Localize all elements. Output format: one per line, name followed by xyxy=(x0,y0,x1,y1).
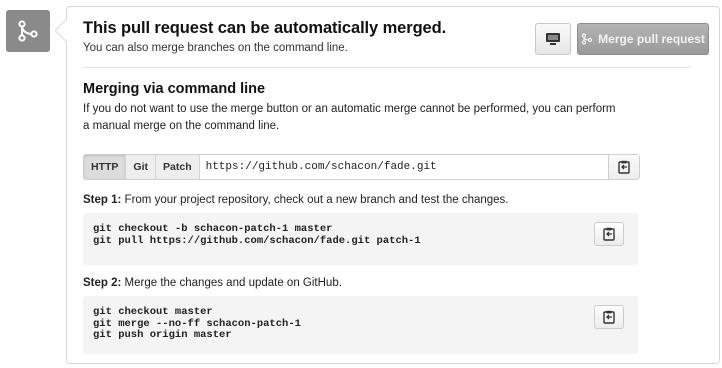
panel-arrow xyxy=(54,18,79,43)
clone-url-field[interactable]: https://github.com/schacon/fade.git xyxy=(200,155,608,179)
merge-header: This pull request can be automatically m… xyxy=(83,19,709,65)
copy-step-2-button[interactable] xyxy=(594,305,624,329)
code-line: git pull https://github.com/schacon/fade… xyxy=(93,234,421,247)
git-merge-icon xyxy=(582,33,593,45)
merge-button-label: Merge pull request xyxy=(598,32,705,46)
merge-panel: This pull request can be automatically m… xyxy=(54,6,720,364)
open-desktop-button[interactable] xyxy=(535,23,571,55)
step-2-label: Step 2: xyxy=(83,277,122,289)
merge-pull-request-button[interactable]: Merge pull request xyxy=(577,23,709,55)
protocol-tab-http[interactable]: HTTP xyxy=(84,155,127,179)
git-merge-icon xyxy=(6,10,50,52)
copy-url-button[interactable] xyxy=(608,155,639,179)
copy-step-1-button[interactable] xyxy=(594,222,624,246)
cli-section-description: If you do not want to use the merge butt… xyxy=(83,103,616,132)
divider xyxy=(83,67,691,68)
clipboard-icon xyxy=(603,310,615,324)
step-1-label: Step 1: xyxy=(83,194,122,206)
desktop-icon xyxy=(546,33,560,45)
code-line: git push origin master xyxy=(93,329,232,341)
step-1-code-block: git checkout -b schacon-patch-1 master gi… xyxy=(83,213,638,265)
clipboard-icon xyxy=(603,227,615,241)
protocol-tab-patch[interactable]: Patch xyxy=(156,155,200,179)
cli-section-title: Merging via command line xyxy=(83,81,266,97)
clone-url-box: HTTP Git Patch https://github.com/schaco… xyxy=(83,154,640,180)
step-2-code-block: git checkout master git merge --no-ff sch… xyxy=(83,296,638,354)
code-line: git checkout master xyxy=(93,306,213,318)
step-2-instruction: Merge the changes and update on GitHub. xyxy=(121,277,342,289)
protocol-tab-git[interactable]: Git xyxy=(126,155,157,179)
step-1-instruction: From your project repository, check out … xyxy=(121,194,509,206)
code-line: git checkout -b schacon-patch-1 master xyxy=(93,223,333,235)
step-2-text: Step 2: Merge the changes and update on … xyxy=(83,277,342,289)
step-1-text: Step 1: From your project repository, ch… xyxy=(83,194,509,206)
clipboard-icon xyxy=(618,160,630,174)
